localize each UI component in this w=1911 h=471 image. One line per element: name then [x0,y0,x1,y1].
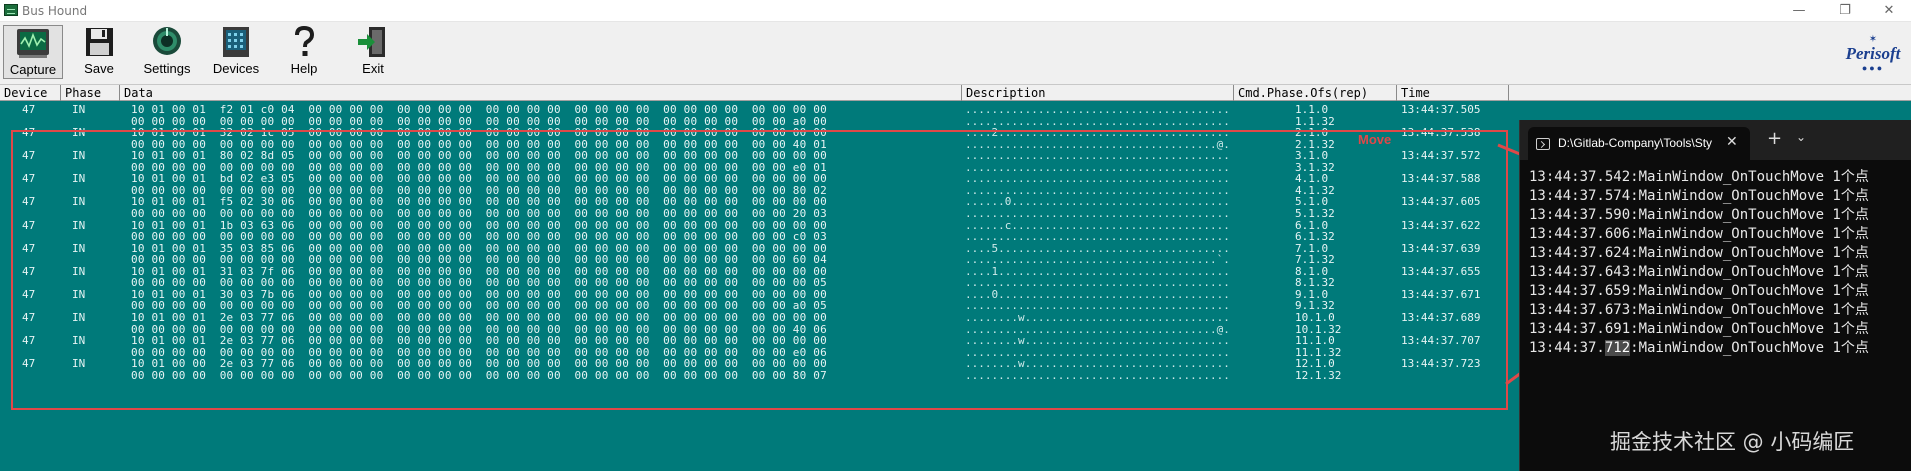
exit-button[interactable]: Exit [343,25,403,79]
col-device[interactable]: Device [0,85,61,101]
perisoft-logo: ✶ Perisoft ●●● [1845,34,1901,73]
terminal-line-pre: 13:44:37.673:MainWindow_OnTouchMove 1个点 [1529,302,1869,318]
col-cmd-phase-ofs[interactable]: Cmd.Phase.Ofs(rep) [1234,85,1397,101]
terminal-line: 13:44:37.606:MainWindow_OnTouchMove 1个点 [1529,225,1909,244]
minimize-button[interactable]: — [1776,0,1822,22]
capture-label: Capture [9,62,57,77]
watermark-text: 掘金技术社区 @ 小码编匠 [1610,430,1855,454]
terminal-line: 13:44:37.673:MainWindow_OnTouchMove 1个点 [1529,301,1909,320]
terminal-line: 13:44:37.712:MainWindow_OnTouchMove 1个点 [1529,339,1909,358]
exit-door-icon [355,25,391,59]
tab-dropdown-chevron-icon[interactable]: ⌄ [1796,130,1806,144]
col-phase[interactable]: Phase [61,85,120,101]
capture-button[interactable]: Capture [3,25,63,79]
terminal-output[interactable]: 13:44:37.542:MainWindow_OnTouchMove 1个点 1… [1529,168,1909,358]
terminal-line: 13:44:37.659:MainWindow_OnTouchMove 1个点 [1529,282,1909,301]
terminal-line: 13:44:37.691:MainWindow_OnTouchMove 1个点 [1529,320,1909,339]
col-time[interactable]: Time [1397,85,1509,101]
help-label: Help [290,61,318,76]
col-data[interactable]: Data [120,85,962,101]
floppy-disk-icon [81,25,117,59]
bus-hound-app-icon [4,4,18,16]
devices-label: Devices [212,61,260,76]
title-bar: Bus Hound — ❐ ✕ [0,0,1911,22]
help-button[interactable]: Help [274,25,334,79]
terminal-line-pre: 13:44:37.542:MainWindow_OnTouchMove 1个点 [1529,169,1869,185]
terminal-tab[interactable]: D:\Gitlab-Company\Tools\Sty ✕ [1528,127,1750,160]
terminal-tab-bar: D:\Gitlab-Company\Tools\Sty ✕ + ⌄ [1520,120,1911,160]
terminal-line-pre: 13:44:37.574:MainWindow_OnTouchMove 1个点 [1529,188,1869,204]
terminal-line-pre: 13:44:37.691:MainWindow_OnTouchMove 1个点 [1529,321,1869,337]
terminal-line-pre: 13:44:37.659:MainWindow_OnTouchMove 1个点 [1529,283,1869,299]
terminal-line: 13:44:37.542:MainWindow_OnTouchMove 1个点 [1529,168,1909,187]
capture-icon [15,26,51,60]
save-button[interactable]: Save [69,25,129,79]
terminal-line: 13:44:37.590:MainWindow_OnTouchMove 1个点 [1529,206,1909,225]
terminal-line-pre: 13:44:37.606:MainWindow_OnTouchMove 1个点 [1529,226,1869,242]
gear-icon [149,25,185,59]
terminal-line-hl: 712 [1604,340,1631,356]
save-label: Save [84,61,114,76]
new-tab-plus-icon[interactable]: + [1767,129,1782,149]
column-header: Device Phase Data Description Cmd.Phase.… [0,84,1911,101]
col-description[interactable]: Description [962,85,1234,101]
terminal-prompt-icon [1536,138,1550,150]
terminal-line: 13:44:37.643:MainWindow_OnTouchMove 1个点 [1529,263,1909,282]
terminal-line-post: :MainWindow_OnTouchMove 1个点 [1630,340,1869,356]
question-mark-icon [286,25,322,59]
settings-button[interactable]: Settings [137,25,197,79]
settings-label: Settings [143,61,191,76]
tab-close-icon[interactable]: ✕ [1726,134,1738,150]
terminal-window[interactable]: D:\Gitlab-Company\Tools\Sty ✕ + ⌄ 13:44:… [1519,120,1911,471]
close-button[interactable]: ✕ [1866,0,1911,22]
terminal-line-pre: 13:44:37.643:MainWindow_OnTouchMove 1个点 [1529,264,1869,280]
terminal-line-pre: 13:44:37.624:MainWindow_OnTouchMove 1个点 [1529,245,1869,261]
exit-label: Exit [362,61,384,76]
terminal-line-pre: 13:44:37.590:MainWindow_OnTouchMove 1个点 [1529,207,1869,223]
terminal-line-pre: 13:44:37. [1529,340,1605,356]
devices-button[interactable]: Devices [206,25,266,79]
terminal-line: 13:44:37.624:MainWindow_OnTouchMove 1个点 [1529,244,1909,263]
toolbar: Capture Save Settings Devices Help Exit … [0,22,1911,83]
terminal-tab-title: D:\Gitlab-Company\Tools\Sty [1558,136,1713,150]
restore-button[interactable]: ❐ [1822,0,1868,22]
terminal-line: 13:44:37.574:MainWindow_OnTouchMove 1个点 [1529,187,1909,206]
window-title: Bus Hound [22,4,88,18]
device-chip-icon [218,25,254,59]
